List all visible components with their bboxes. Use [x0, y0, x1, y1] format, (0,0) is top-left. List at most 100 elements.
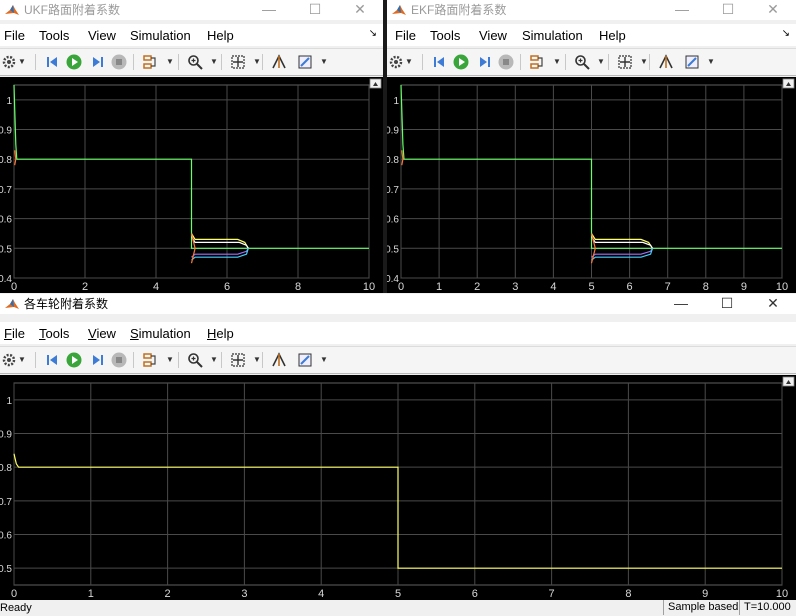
step-forward-icon[interactable]	[88, 351, 106, 369]
ekf-zoom-dropdown-icon[interactable]: ▼	[597, 57, 605, 66]
y-tick-label: 0.4	[387, 274, 399, 285]
wheels-maximize-button[interactable]: ☐	[704, 294, 750, 314]
ekf-gear-dropdown-icon[interactable]: ▼	[405, 57, 413, 66]
ukf-measure-dropdown-icon[interactable]: ▼	[320, 57, 328, 66]
wheels-minimize-button[interactable]: —	[658, 294, 704, 314]
wheels-menu-help[interactable]: Help	[207, 326, 234, 342]
wheels-close-button[interactable]: ✕	[750, 294, 796, 314]
x-tick-label: 2	[165, 588, 171, 600]
step-forward-icon[interactable]	[475, 53, 493, 71]
ekf-fit-dropdown-icon[interactable]: ▼	[640, 57, 648, 66]
x-tick-label: 3	[512, 281, 518, 293]
wheels-gear-dropdown-icon[interactable]: ▼	[18, 355, 26, 364]
wheels-zoom-dropdown-icon[interactable]: ▼	[210, 355, 218, 364]
x-tick-label: 6	[224, 281, 230, 293]
run-icon[interactable]	[65, 53, 83, 71]
ukf-menu-tools[interactable]: Tools	[39, 28, 69, 44]
gear-icon[interactable]	[0, 53, 18, 71]
step-back-icon[interactable]	[44, 53, 62, 71]
ekf-toolbar: ▼ ▼ ▼ ▼ ▼	[387, 48, 796, 76]
ekf-highlight-dropdown-icon[interactable]: ▼	[553, 57, 561, 66]
wheels-fit-dropdown-icon[interactable]: ▼	[253, 355, 261, 364]
y-tick-label: 1	[6, 96, 12, 107]
x-tick-label: 9	[741, 281, 747, 293]
run-icon[interactable]	[65, 351, 83, 369]
ukf-minimize-button[interactable]: —	[246, 0, 292, 20]
status-bar: Ready Sample based T=10.000	[0, 600, 796, 616]
ekf-menu-simulation[interactable]: Simulation	[522, 28, 583, 44]
y-tick-label: 0.4	[0, 274, 12, 285]
ukf-menu-simulation[interactable]: Simulation	[130, 28, 191, 44]
ukf-menu-view[interactable]: View	[88, 28, 116, 44]
ukf-zoom-dropdown-icon[interactable]: ▼	[210, 57, 218, 66]
x-tick-label: 8	[295, 281, 301, 293]
ekf-menu-file[interactable]: File	[395, 28, 416, 44]
zoom-icon[interactable]	[186, 351, 204, 369]
ekf-maximize-button[interactable]: ☐	[705, 0, 751, 20]
highlight-icon[interactable]	[142, 53, 160, 71]
wheels-measure-dropdown-icon[interactable]: ▼	[320, 355, 328, 364]
ekf-menu-bar: File Tools View Simulation Help ↘	[387, 24, 796, 46]
ekf-menu-view[interactable]: View	[479, 28, 507, 44]
ukf-close-button[interactable]: ✕	[337, 0, 383, 20]
expand-axes-button[interactable]	[782, 78, 795, 89]
restore-icon[interactable]	[270, 53, 288, 71]
wheels-menu-file[interactable]: File	[4, 326, 25, 342]
zoom-icon[interactable]	[573, 53, 591, 71]
y-tick-label: 0.8	[0, 463, 12, 474]
wheels-title-bar[interactable]: 各车轮附着系数 — ☐ ✕	[0, 294, 796, 314]
y-tick-label: 0.6	[387, 215, 399, 226]
run-icon[interactable]	[452, 53, 470, 71]
ukf-menu-overflow-icon[interactable]: ↘	[369, 28, 377, 39]
ukf-window-title: UKF路面附着系数	[24, 3, 121, 17]
restore-icon[interactable]	[270, 351, 288, 369]
measure-icon[interactable]	[296, 53, 314, 71]
expand-axes-button[interactable]	[369, 78, 382, 89]
ekf-minimize-button[interactable]: —	[659, 0, 705, 20]
ekf-close-button[interactable]: ✕	[750, 0, 796, 20]
window-splitter[interactable]	[383, 0, 387, 293]
ekf-title-bar[interactable]: EKF路面附着系数 — ☐ ✕	[387, 0, 796, 20]
highlight-icon[interactable]	[529, 53, 547, 71]
measure-icon[interactable]	[296, 351, 314, 369]
gear-icon[interactable]	[387, 53, 405, 71]
fit-icon[interactable]	[229, 351, 247, 369]
ekf-menu-overflow-icon[interactable]: ↘	[782, 28, 790, 39]
ekf-menu-help[interactable]: Help	[599, 28, 626, 44]
fit-icon[interactable]	[229, 53, 247, 71]
wheels-menu-view[interactable]: View	[88, 326, 116, 342]
ukf-menu-file[interactable]: File	[4, 28, 25, 44]
toolbar-separator	[262, 54, 263, 70]
step-forward-icon[interactable]	[88, 53, 106, 71]
step-back-icon[interactable]	[44, 351, 62, 369]
zoom-icon[interactable]	[186, 53, 204, 71]
stop-icon[interactable]	[497, 53, 515, 71]
wheels-menu-simulation[interactable]: Simulation	[130, 326, 191, 342]
toolbar-separator	[221, 352, 222, 368]
ekf-measure-dropdown-icon[interactable]: ▼	[707, 57, 715, 66]
step-back-icon[interactable]	[431, 53, 449, 71]
measure-icon[interactable]	[683, 53, 701, 71]
wheels-menu-tools[interactable]: Tools	[39, 326, 69, 342]
restore-icon[interactable]	[657, 53, 675, 71]
ukf-menu-help[interactable]: Help	[207, 28, 234, 44]
expand-axes-button[interactable]	[782, 376, 795, 387]
ukf-title-bar[interactable]: UKF路面附着系数 — ☐ ✕	[0, 0, 383, 20]
gear-icon[interactable]	[0, 351, 18, 369]
ukf-highlight-dropdown-icon[interactable]: ▼	[166, 57, 174, 66]
toolbar-separator	[262, 352, 263, 368]
highlight-icon[interactable]	[142, 351, 160, 369]
ukf-gear-dropdown-icon[interactable]: ▼	[18, 57, 26, 66]
x-tick-label: 9	[702, 588, 708, 600]
ukf-maximize-button[interactable]: ☐	[292, 0, 338, 20]
toolbar-separator	[178, 352, 179, 368]
wheels-highlight-dropdown-icon[interactable]: ▼	[166, 355, 174, 364]
ekf-menu-tools[interactable]: Tools	[430, 28, 460, 44]
stop-icon[interactable]	[110, 53, 128, 71]
wheels-window-title: 各车轮附着系数	[24, 297, 109, 311]
ukf-fit-dropdown-icon[interactable]: ▼	[253, 57, 261, 66]
wheels-toolbar: ▼ ▼ ▼ ▼ ▼	[0, 346, 796, 374]
stop-icon[interactable]	[110, 351, 128, 369]
fit-icon[interactable]	[616, 53, 634, 71]
toolbar-separator	[649, 54, 650, 70]
